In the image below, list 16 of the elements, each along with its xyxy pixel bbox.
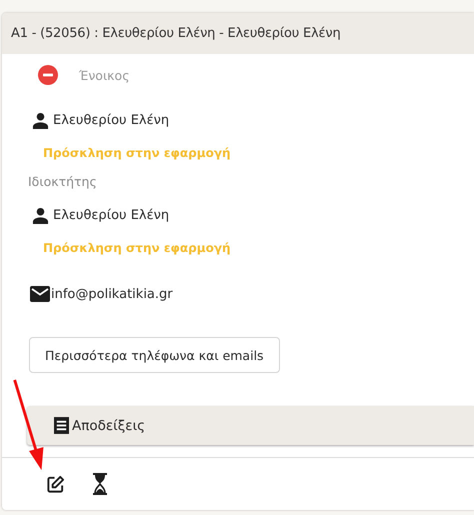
person-name: Ελευθερίου Ελένη xyxy=(53,208,170,222)
more-contacts-button[interactable]: Περισσότερα τηλέφωνα και emails xyxy=(29,337,280,373)
receipt-icon xyxy=(54,417,69,434)
receipts-label: Αποδείξεις xyxy=(72,418,146,434)
receipts-panel[interactable]: Αποδείξεις xyxy=(27,406,474,445)
role-label: Ιδιοκτήτης xyxy=(28,174,97,188)
hourglass-icon[interactable] xyxy=(92,473,108,495)
person-icon xyxy=(32,112,49,128)
edit-icon[interactable] xyxy=(46,474,65,494)
mail-icon xyxy=(30,286,50,302)
person-name: Ελευθερίου Ελένη xyxy=(53,112,170,128)
card-title: A1 - (52056) : Ελευθερίου Ελένη - Ελευθερίου Ελένη xyxy=(11,26,340,41)
person-icon xyxy=(32,206,49,224)
role-label: Ένοικος xyxy=(79,68,130,82)
remove-icon[interactable] xyxy=(38,65,58,85)
email-address: info@polikatikia.gr xyxy=(51,286,173,302)
